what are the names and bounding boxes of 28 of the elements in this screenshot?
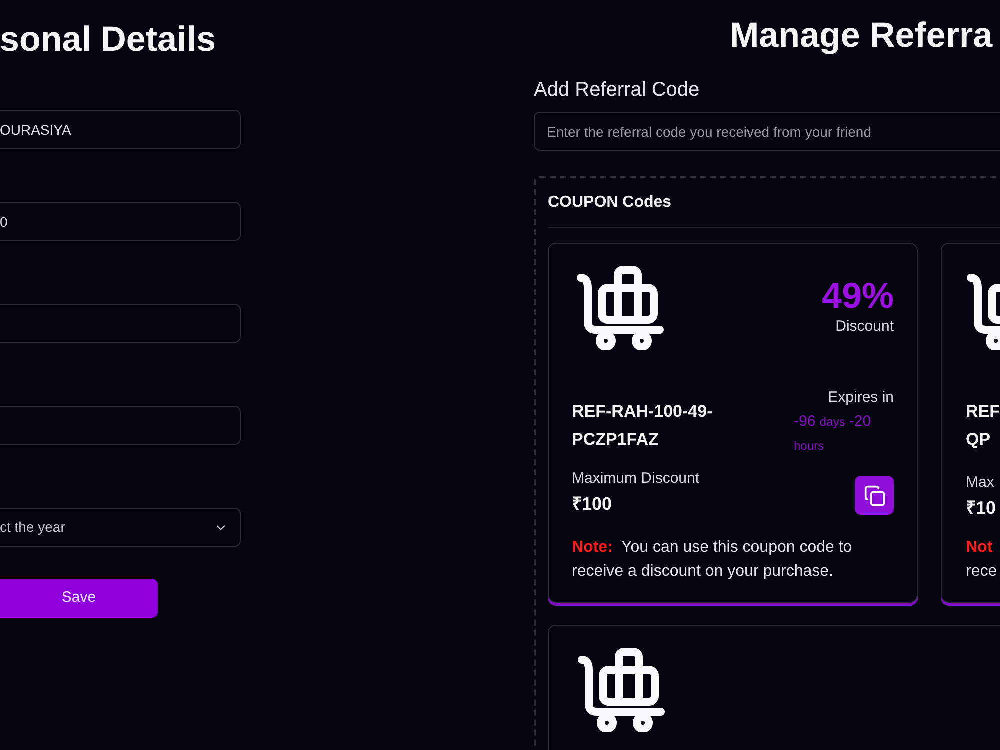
coupon-code: REF-RAH-100-49- PCZP1FAZ xyxy=(572,401,713,451)
referral-code-field[interactable]: Enter the referral code you received from your friend xyxy=(534,112,1000,151)
max-discount-value: ₹100 xyxy=(572,493,614,516)
discount-percent: 49% xyxy=(822,276,894,316)
text-field[interactable] xyxy=(0,304,241,343)
note-label: Not xyxy=(966,538,994,558)
coupon-note: Note: You can use this coupon code to receive a discount on your purchase. xyxy=(572,538,854,582)
max-discount-label: Max xyxy=(966,473,996,493)
luggage-cart-icon xyxy=(576,264,664,350)
copy-icon xyxy=(864,484,886,506)
coupon-note: rece xyxy=(966,562,998,582)
expires-label: Expires in xyxy=(828,388,894,408)
year-select[interactable]: ct the year xyxy=(0,508,241,547)
section-title: Manage Referra xyxy=(729,15,994,57)
coupon-code: REF QP xyxy=(966,401,1000,451)
section-title: sonal Details xyxy=(0,19,217,61)
max-discount-label: Maximum Discount xyxy=(572,469,700,489)
coupons-heading: COUPON Codes xyxy=(548,193,673,213)
field-label: Add Referral Code xyxy=(534,78,701,103)
discount-label: Discount xyxy=(836,317,894,337)
text-field[interactable]: OURASIYA xyxy=(0,110,241,149)
text-field[interactable] xyxy=(0,406,241,445)
copy-button[interactable] xyxy=(855,476,894,515)
max-discount-value: ₹10 xyxy=(966,497,998,520)
text-field[interactable]: 0 xyxy=(0,202,241,241)
save-button[interactable]: Save xyxy=(0,579,158,618)
expiry-time: -96 days -20 hours xyxy=(794,412,872,455)
luggage-cart-icon xyxy=(577,646,665,732)
